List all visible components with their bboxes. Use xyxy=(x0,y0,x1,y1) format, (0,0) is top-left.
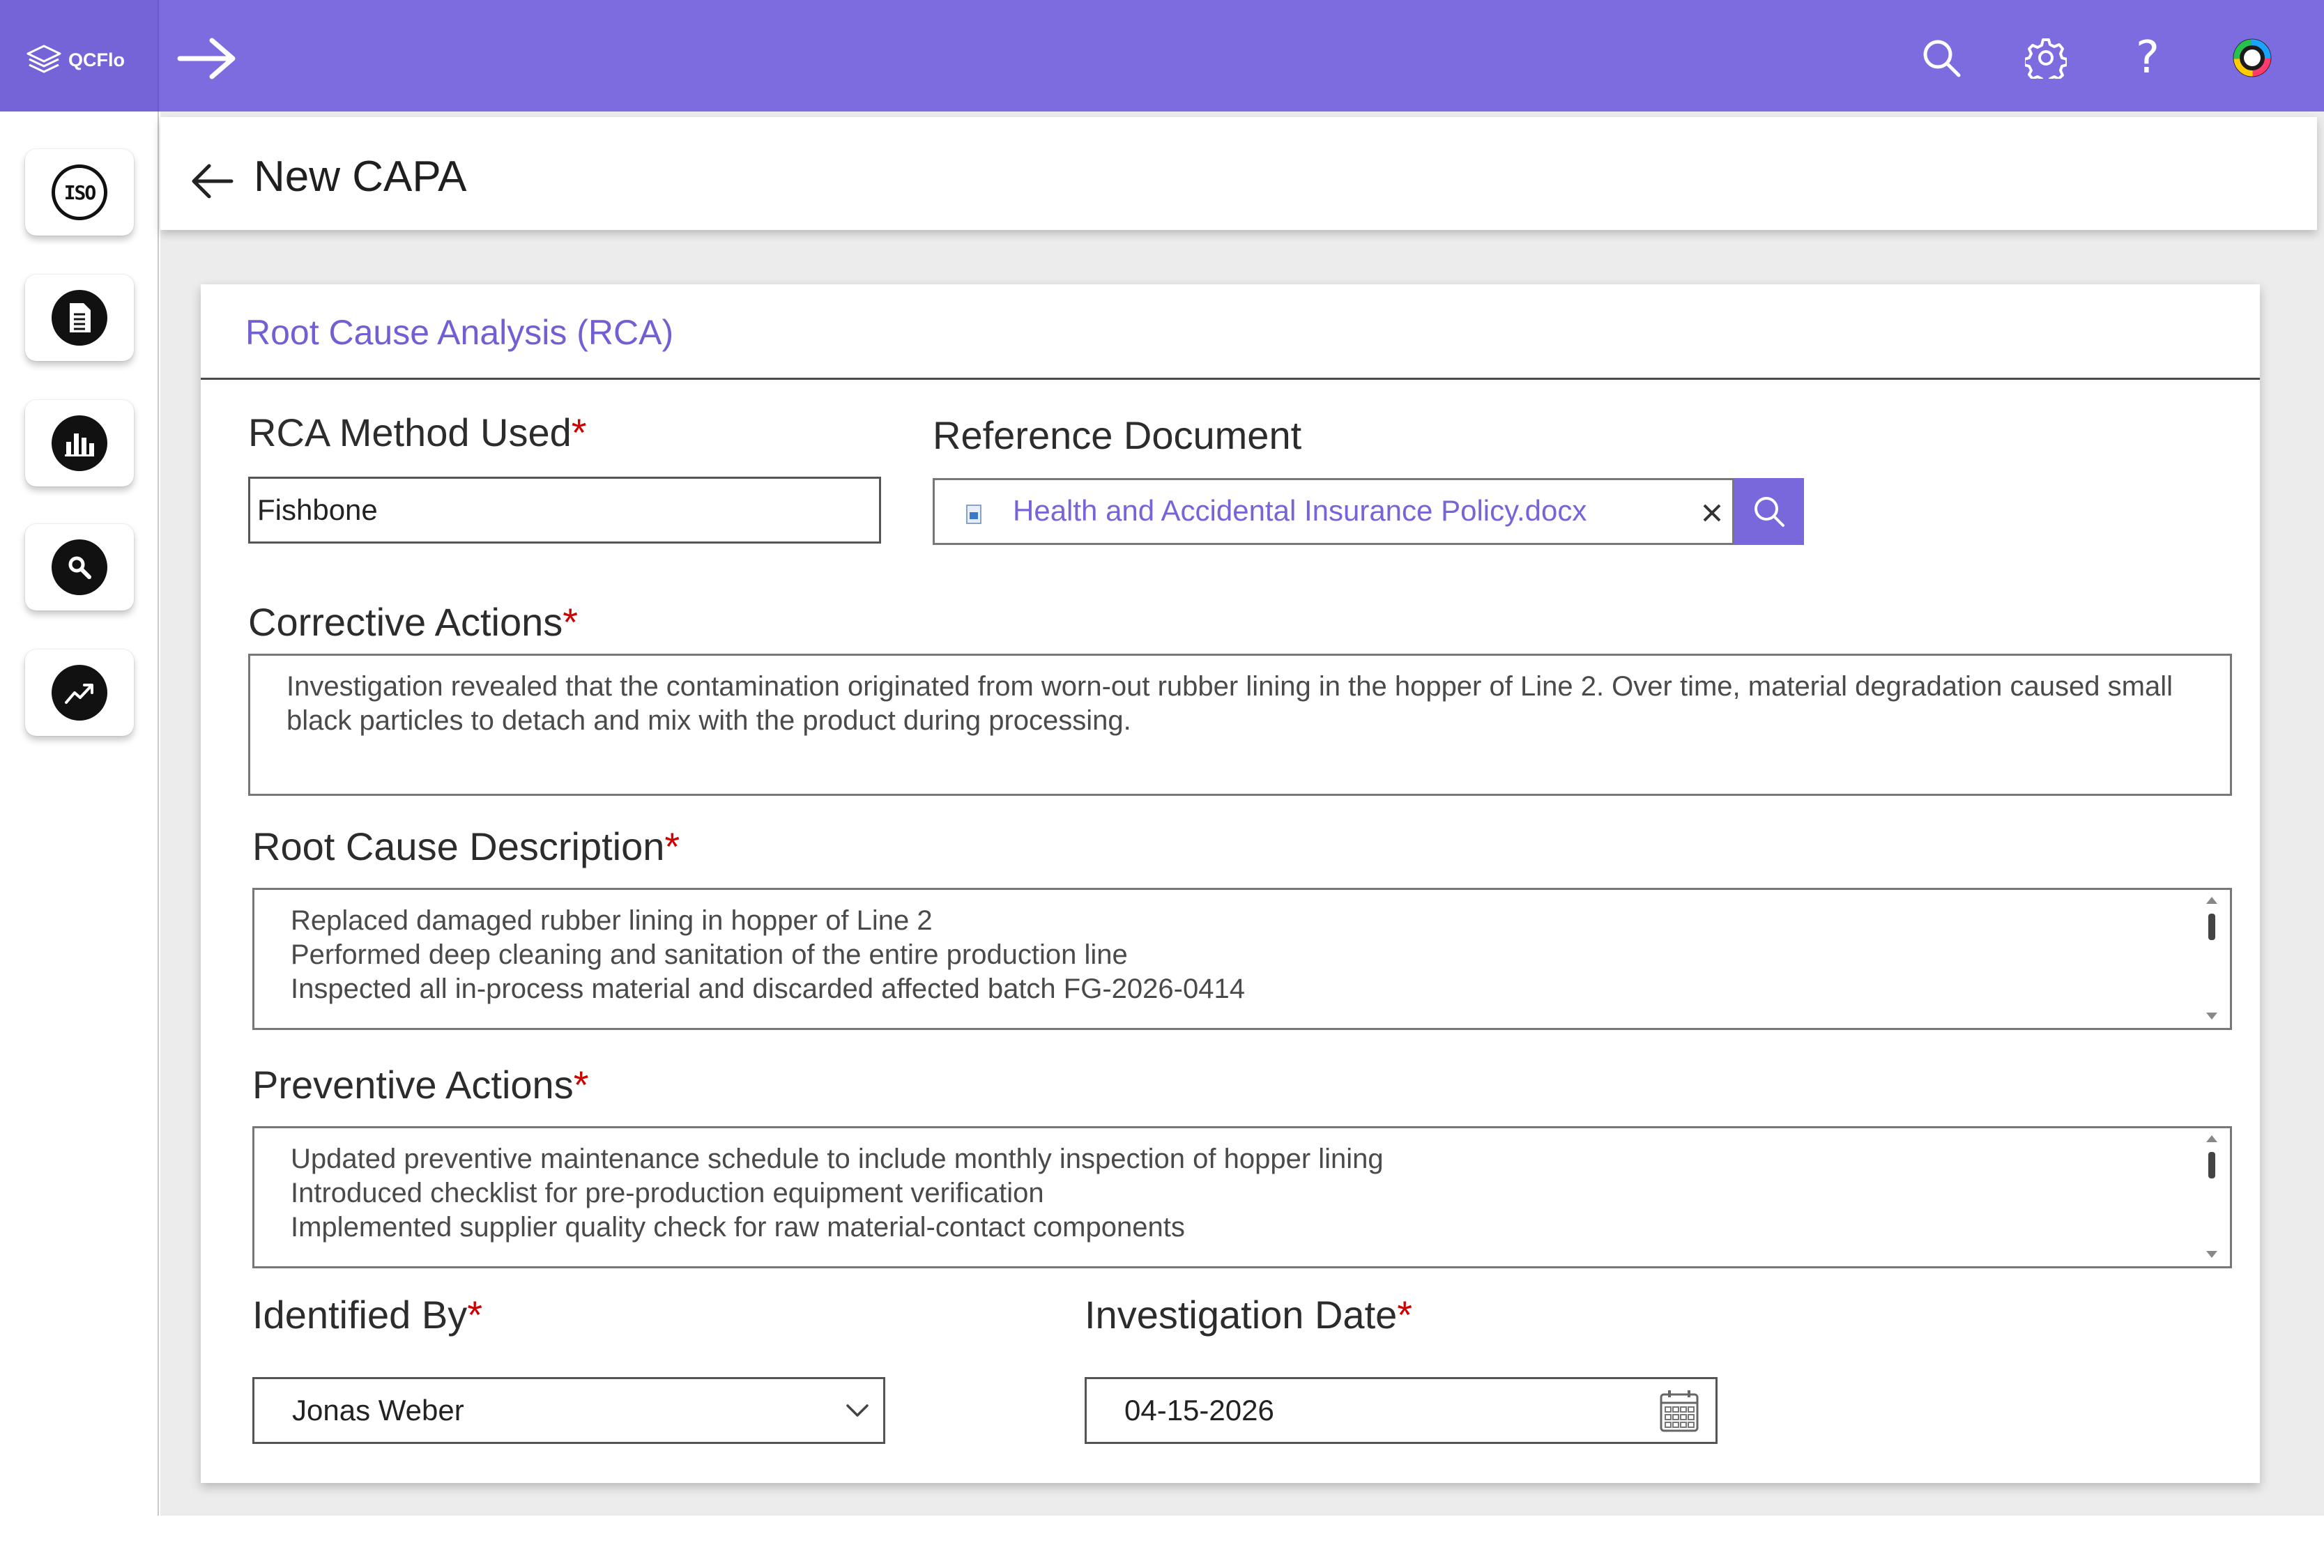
bar-chart-icon xyxy=(52,415,107,471)
root-cause-description-label: Root Cause Description* xyxy=(252,824,680,868)
search-icon xyxy=(1755,497,1784,527)
main-content: New CAPA Root Cause Analysis (RCA) RCA M… xyxy=(160,112,2324,1516)
section-divider xyxy=(201,378,2260,380)
required-marker: * xyxy=(467,1293,482,1337)
preventive-actions-label: Preventive Actions* xyxy=(252,1063,589,1107)
avatar[interactable] xyxy=(2228,33,2277,82)
text-line: black particles to detach and mix with t… xyxy=(286,705,1131,736)
scroll-thumb[interactable] xyxy=(2208,1152,2215,1178)
scroll-down-icon[interactable] xyxy=(2206,1013,2217,1020)
sidebar-item-search[interactable] xyxy=(25,524,134,610)
required-marker: * xyxy=(571,410,587,454)
reference-search-button[interactable] xyxy=(1734,478,1804,545)
scroll-thumb[interactable] xyxy=(2208,914,2215,940)
page-title: New CAPA xyxy=(254,153,467,201)
identified-by-select[interactable]: Jonas Weber xyxy=(252,1377,885,1444)
top-bar: QCFlo ? xyxy=(0,0,2324,112)
docx-file-icon xyxy=(966,505,981,524)
layers-icon xyxy=(26,45,61,73)
app-logo[interactable]: QCFlo xyxy=(25,43,125,77)
text-line: Inspected all in-process material and di… xyxy=(291,974,1245,1004)
required-marker: * xyxy=(664,824,680,868)
required-marker: * xyxy=(563,600,579,644)
chevron-down-icon xyxy=(846,1404,869,1417)
corrective-actions-label: Corrective Actions* xyxy=(248,600,579,644)
magnifier-icon xyxy=(52,539,107,595)
reference-document-field[interactable]: Health and Accidental Insurance Policy.d… xyxy=(933,478,1734,545)
text-line: Implemented supplier quality check for r… xyxy=(291,1212,1185,1243)
trend-up-icon xyxy=(52,665,107,721)
logo-area[interactable]: QCFlo xyxy=(0,0,159,112)
page-header: New CAPA xyxy=(160,117,2317,230)
sidebar: ISO xyxy=(0,112,159,1516)
scroll-down-icon[interactable] xyxy=(2206,1251,2217,1258)
back-arrow-icon[interactable] xyxy=(190,163,234,199)
close-icon[interactable] xyxy=(1700,501,1724,525)
rca-method-input[interactable]: Fishbone xyxy=(248,477,881,544)
preventive-actions-textarea[interactable]: Updated preventive maintenance schedule … xyxy=(252,1126,2232,1268)
sidebar-item-iso[interactable]: ISO xyxy=(25,149,134,236)
rca-form-card: Root Cause Analysis (RCA) RCA Method Use… xyxy=(201,284,2260,1483)
gear-icon xyxy=(2025,38,2067,79)
rca-method-label: RCA Method Used* xyxy=(248,410,587,454)
iso-icon: ISO xyxy=(52,164,107,220)
help-icon: ? xyxy=(2136,32,2159,84)
text-line: Introduced checklist for pre-production … xyxy=(291,1178,1044,1208)
help-button[interactable]: ? xyxy=(2123,33,2172,82)
document-icon xyxy=(52,290,107,346)
investigation-date-label: Investigation Date* xyxy=(1085,1293,1413,1337)
scroll-up-icon[interactable] xyxy=(2206,897,2217,904)
identified-by-label: Identified By* xyxy=(252,1293,482,1337)
text-line: Investigation revealed that the contamin… xyxy=(286,671,2173,702)
text-line: Performed deep cleaning and sanitation o… xyxy=(291,939,1128,970)
settings-button[interactable] xyxy=(2021,33,2070,82)
avatar-icon xyxy=(2233,38,2272,77)
logo-text: QCFlo xyxy=(68,49,125,70)
arrow-right-icon[interactable] xyxy=(177,36,237,81)
corrective-actions-textarea[interactable]: Investigation revealed that the contamin… xyxy=(248,654,2232,796)
reference-document-label: Reference Document xyxy=(933,413,1302,457)
calendar-icon[interactable] xyxy=(1658,1389,1700,1434)
sidebar-item-documents[interactable] xyxy=(25,275,134,361)
required-marker: * xyxy=(573,1063,589,1107)
text-line: Updated preventive maintenance schedule … xyxy=(291,1144,1384,1174)
section-title: Root Cause Analysis (RCA) xyxy=(245,313,674,352)
root-cause-description-textarea[interactable]: Replaced damaged rubber lining in hopper… xyxy=(252,888,2232,1030)
reference-document-link[interactable]: Health and Accidental Insurance Policy.d… xyxy=(1013,494,1587,528)
search-icon xyxy=(1923,40,1961,77)
required-marker: * xyxy=(1397,1293,1413,1337)
scrollbar[interactable] xyxy=(2203,896,2220,1021)
sidebar-item-reports[interactable] xyxy=(25,400,134,486)
text-line: Replaced damaged rubber lining in hopper… xyxy=(291,905,933,936)
search-button[interactable] xyxy=(1917,33,1966,82)
sidebar-item-analytics[interactable] xyxy=(25,650,134,736)
scroll-up-icon[interactable] xyxy=(2206,1135,2217,1142)
scrollbar[interactable] xyxy=(2203,1134,2220,1259)
investigation-date-input[interactable]: 04-15-2026 xyxy=(1085,1377,1718,1444)
